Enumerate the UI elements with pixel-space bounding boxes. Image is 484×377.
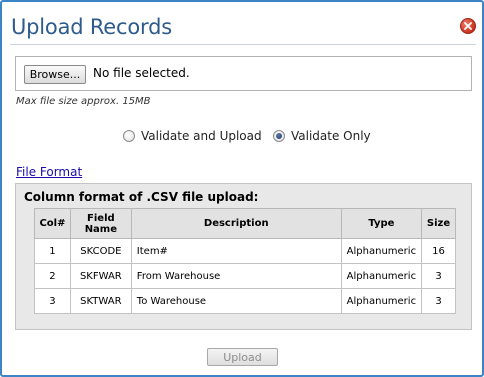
title-divider (10, 44, 476, 45)
header-col: Col# (34, 208, 71, 239)
radio-validate-only[interactable]: Validate Only (273, 129, 371, 143)
cell-col: 1 (34, 238, 71, 264)
browse-button[interactable]: Browse... (24, 65, 86, 84)
cell-col: 2 (34, 263, 71, 289)
cell-field: SKTWAR (69, 288, 132, 314)
cell-size: 16 (421, 238, 456, 264)
panel-title: Column format of .CSV file upload: (24, 190, 259, 204)
cell-type: Alphanumeric (340, 288, 423, 314)
cell-size: 3 (421, 263, 456, 289)
cell-col: 3 (34, 288, 71, 314)
table-row: 2 SKFWAR From Warehouse Alphanumeric 3 (34, 263, 456, 289)
upload-records-dialog: Upload Records Browse... No file selecte… (0, 0, 484, 377)
radio-circle[interactable] (123, 130, 135, 142)
cell-size: 3 (421, 288, 456, 314)
header-type: Type (340, 208, 423, 239)
cell-type: Alphanumeric (340, 263, 423, 289)
radio-label: Validate and Upload (141, 129, 262, 143)
cell-field: SKFWAR (69, 263, 132, 289)
radio-label: Validate Only (291, 129, 371, 143)
column-format-panel: Column format of .CSV file upload: Col# … (15, 183, 472, 330)
file-input-box: Browse... No file selected. (15, 56, 472, 91)
cell-type: Alphanumeric (340, 238, 423, 264)
file-format-link[interactable]: File Format (16, 165, 82, 179)
header-field-name: Field Name (69, 208, 132, 239)
header-size: Size (421, 208, 456, 239)
upload-mode-group: Validate and Upload Validate Only (2, 129, 484, 145)
cell-field: SKCODE (69, 238, 132, 264)
upload-button[interactable]: Upload (207, 348, 278, 366)
table-header-row: Col# Field Name Description Type Size (34, 208, 456, 239)
max-file-size-note: Max file size approx. 15MB (16, 96, 151, 107)
radio-validate-and-upload[interactable]: Validate and Upload (123, 129, 262, 143)
cell-description: To Warehouse (130, 288, 342, 314)
radio-circle-checked[interactable] (273, 130, 285, 142)
table-row: 1 SKCODE Item# Alphanumeric 16 (34, 238, 456, 264)
cell-description: From Warehouse (130, 263, 342, 289)
header-description: Description (130, 208, 342, 239)
table-row: 3 SKTWAR To Warehouse Alphanumeric 3 (34, 288, 456, 314)
dialog-title: Upload Records (11, 15, 172, 39)
file-status-text: No file selected. (93, 66, 190, 80)
close-icon[interactable] (460, 18, 476, 34)
cell-description: Item# (130, 238, 342, 264)
column-format-table: Col# Field Name Description Type Size 1 … (34, 208, 456, 314)
